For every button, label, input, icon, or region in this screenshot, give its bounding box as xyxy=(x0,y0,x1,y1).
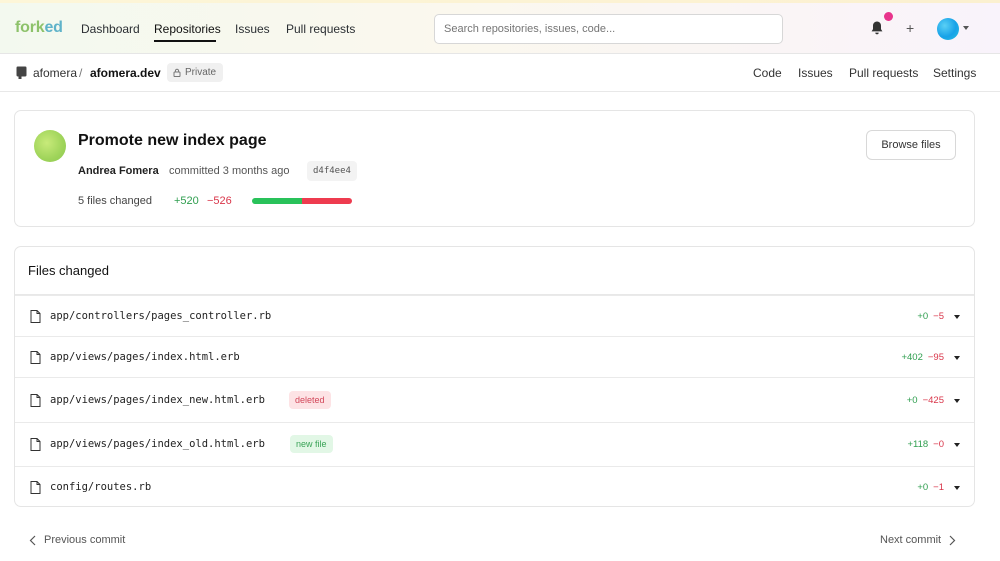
commit-author[interactable]: Andrea Fomera xyxy=(78,165,159,177)
total-deletions: −526 xyxy=(207,195,232,207)
expand-chevron-icon[interactable] xyxy=(954,399,960,403)
file-icon xyxy=(30,351,41,364)
visibility-badge: Private xyxy=(167,63,224,82)
previous-commit-label: Previous commit xyxy=(44,534,126,546)
file-row[interactable]: app/views/pages/index_new.html.erb delet… xyxy=(15,377,974,422)
nav-issues[interactable]: Issues xyxy=(235,22,270,36)
file-path[interactable]: app/views/pages/index_old.html.erb xyxy=(50,438,265,450)
expand-chevron-icon[interactable] xyxy=(954,315,960,319)
commit-summary-card: Promote new index page Andrea Fomera com… xyxy=(14,110,975,227)
file-icon xyxy=(30,310,41,323)
visibility-label: Private xyxy=(185,67,217,78)
notification-dot xyxy=(884,12,893,21)
file-icon xyxy=(30,481,41,494)
files-changed-panel: Files changed app/controllers/pages_cont… xyxy=(14,246,975,507)
breadcrumb-owner[interactable]: afomera xyxy=(33,66,77,80)
file-additions: +118 xyxy=(907,439,929,450)
next-commit-link[interactable]: Next commit xyxy=(880,534,956,546)
file-status-badge-new: new file xyxy=(290,435,333,453)
file-icon xyxy=(30,438,41,451)
commit-sha[interactable]: d4f4ee4 xyxy=(307,161,357,181)
file-additions: +0 xyxy=(917,482,929,493)
file-deletions: −1 xyxy=(933,482,944,493)
commit-title: Promote new index page xyxy=(78,132,267,149)
file-deletions: −5 xyxy=(933,311,944,322)
file-diffstat: +0 −5 xyxy=(917,311,944,322)
expand-chevron-icon[interactable] xyxy=(954,486,960,490)
repo-tab-issues[interactable]: Issues xyxy=(798,66,833,80)
logo-text-fork: fork xyxy=(15,19,45,36)
top-navigation-bar: forked Dashboard Repositories Issues Pul… xyxy=(0,0,1000,54)
repo-tab-code[interactable]: Code xyxy=(753,66,782,80)
file-path[interactable]: app/controllers/pages_controller.rb xyxy=(50,310,271,322)
file-deletions: −0 xyxy=(933,439,944,450)
file-diffstat: +118 −0 xyxy=(907,439,944,450)
expand-chevron-icon[interactable] xyxy=(954,356,960,360)
files-changed-count: 5 files changed xyxy=(78,195,152,207)
file-row[interactable]: config/routes.rb +0 −1 xyxy=(15,466,974,506)
user-avatar[interactable] xyxy=(937,18,959,40)
file-status-badge-deleted: deleted xyxy=(289,391,331,409)
next-commit-label: Next commit xyxy=(880,534,942,546)
repo-header: afomera / afomera.dev Private Code Issue… xyxy=(0,54,1000,92)
author-avatar[interactable] xyxy=(34,130,66,162)
repo-tab-pull-requests[interactable]: Pull requests xyxy=(849,66,918,80)
logo-text-ed: ed xyxy=(44,19,63,36)
breadcrumb-repo-name[interactable]: afomera.dev xyxy=(90,66,161,80)
browse-files-button[interactable]: Browse files xyxy=(866,130,956,160)
app-logo[interactable]: forked xyxy=(15,19,63,37)
file-path[interactable]: config/routes.rb xyxy=(50,481,151,493)
file-additions: +402 xyxy=(901,352,923,363)
diffstat-bar xyxy=(252,198,352,204)
global-search-input[interactable] xyxy=(434,14,783,44)
nav-dashboard[interactable]: Dashboard xyxy=(81,22,140,36)
file-deletions: −95 xyxy=(927,352,944,363)
files-changed-heading: Files changed xyxy=(28,263,109,278)
active-nav-underline xyxy=(154,40,216,42)
lock-icon xyxy=(173,68,181,77)
commit-time: committed 3 months ago xyxy=(169,165,290,177)
file-diffstat: +0 −425 xyxy=(907,395,944,406)
diffstat-deletions-fill xyxy=(301,198,352,204)
file-additions: +0 xyxy=(906,395,918,406)
chevron-right-icon xyxy=(949,535,956,545)
repo-tab-settings[interactable]: Settings xyxy=(933,66,976,80)
file-icon xyxy=(30,394,41,407)
expand-chevron-icon[interactable] xyxy=(954,443,960,447)
file-path[interactable]: app/views/pages/index_new.html.erb xyxy=(50,394,265,406)
previous-commit-link[interactable]: Previous commit xyxy=(29,534,125,546)
diffstat-additions-fill xyxy=(252,198,302,204)
file-path[interactable]: app/views/pages/index.html.erb xyxy=(50,351,240,363)
total-additions: +520 xyxy=(174,195,199,207)
chevron-down-icon[interactable] xyxy=(963,26,969,30)
file-row[interactable]: app/views/pages/index_old.html.erb new f… xyxy=(15,422,974,466)
repo-icon xyxy=(16,66,27,79)
notifications-bell-icon[interactable] xyxy=(870,20,884,36)
file-diffstat: +402 −95 xyxy=(901,352,944,363)
file-deletions: −425 xyxy=(922,395,944,406)
nav-repositories[interactable]: Repositories xyxy=(154,22,221,36)
chevron-left-icon xyxy=(29,535,36,545)
breadcrumb-separator: / xyxy=(79,66,83,80)
file-row[interactable]: app/views/pages/index.html.erb +402 −95 xyxy=(15,336,974,377)
create-new-plus-icon[interactable]: + xyxy=(906,20,914,36)
file-additions: +0 xyxy=(917,311,929,322)
file-row[interactable]: app/controllers/pages_controller.rb +0 −5 xyxy=(15,295,974,336)
file-diffstat: +0 −1 xyxy=(917,482,944,493)
nav-pull-requests[interactable]: Pull requests xyxy=(286,22,355,36)
